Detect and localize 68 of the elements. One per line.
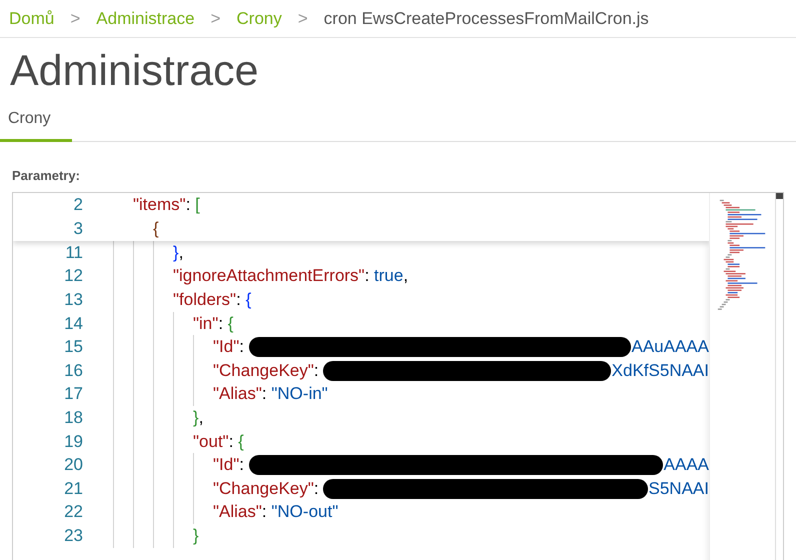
code-key: "Id" (213, 335, 240, 359)
line-number: 21 (63, 478, 83, 500)
code-punctuation: : (314, 478, 320, 500)
code-punctuation: : (262, 501, 268, 524)
code-punctuation: : (314, 360, 320, 382)
code-key: "Alias" (213, 382, 262, 406)
code-punctuation: : (262, 383, 268, 406)
code-key: "ChangeKey" (213, 476, 314, 500)
code-punctuation: : (364, 265, 370, 288)
scrollbar-thumb[interactable] (776, 192, 783, 199)
line-number: 2 (72, 194, 83, 216)
line-number: 14 (63, 312, 83, 335)
code-bracket: { (246, 288, 252, 311)
code-punctuation: , (178, 242, 184, 264)
breadcrumb-current: cron EwsCreateProcessesFromMailCron.js (324, 8, 649, 30)
field-label: Parametry: (12, 167, 81, 186)
line-number: 15 (63, 336, 83, 358)
line-number: 19 (63, 430, 83, 453)
code-bracket: } (173, 242, 179, 264)
line-number: 18 (63, 406, 83, 429)
breadcrumb-separator: > (298, 8, 308, 30)
code-string: XdKfS5NAAI (612, 360, 709, 382)
breadcrumb-link[interactable]: Domů (9, 6, 54, 32)
line-number: 17 (63, 383, 83, 406)
code-punctuation: : (218, 312, 224, 335)
code-punctuation: : (239, 454, 245, 476)
code-key: "out" (193, 430, 229, 454)
line-number: 3 (72, 218, 83, 240)
line-number: 11 (64, 242, 83, 264)
breadcrumb-separator: > (210, 8, 220, 30)
code-bracket: { (228, 312, 234, 335)
code-bracket: { (153, 218, 159, 240)
code-string: "NO-out" (271, 501, 338, 524)
code-string: AAuAAAA (632, 336, 709, 358)
code-key: "ChangeKey" (213, 358, 314, 382)
code-key: "Alias" (213, 500, 262, 524)
code-bracket: } (193, 524, 199, 547)
code-punctuation: : (236, 288, 242, 311)
code-bracket: [ (195, 194, 200, 216)
code-key: "folders" (173, 288, 236, 312)
code-punctuation: , (403, 265, 408, 288)
line-number: 22 (63, 501, 83, 524)
code-punctuation: : (186, 194, 192, 216)
line-number: 23 (63, 524, 83, 547)
code-key: "ignoreAttachmentErrors" (173, 264, 365, 288)
code-key: "items" (133, 192, 186, 217)
code-key: "in" (193, 312, 218, 336)
code-punctuation: , (198, 406, 204, 429)
line-number: 20 (63, 454, 83, 476)
code-string: "NO-in" (271, 383, 328, 406)
breadcrumb-separator: > (70, 8, 80, 30)
breadcrumb-link[interactable]: Crony (236, 6, 282, 32)
minimap-drawing[interactable] (709, 192, 775, 560)
code-bracket: } (193, 406, 199, 429)
page-title: Administrace (10, 48, 260, 96)
breadcrumb-link[interactable]: Administrace (96, 6, 195, 32)
code-punctuation: : (239, 336, 245, 358)
line-number: 13 (63, 288, 83, 311)
line-number: 12 (63, 265, 83, 288)
code-bracket: { (238, 430, 244, 453)
code-literal: true (374, 265, 404, 288)
code-punctuation: : (228, 430, 234, 453)
code-editor[interactable] (12, 192, 784, 560)
code-string: S5NAAI (648, 478, 709, 500)
tab[interactable]: Crony (0, 101, 72, 142)
code-key: "Id" (213, 453, 240, 477)
line-number: 16 (63, 360, 83, 382)
code-string: AAAA (664, 454, 709, 476)
